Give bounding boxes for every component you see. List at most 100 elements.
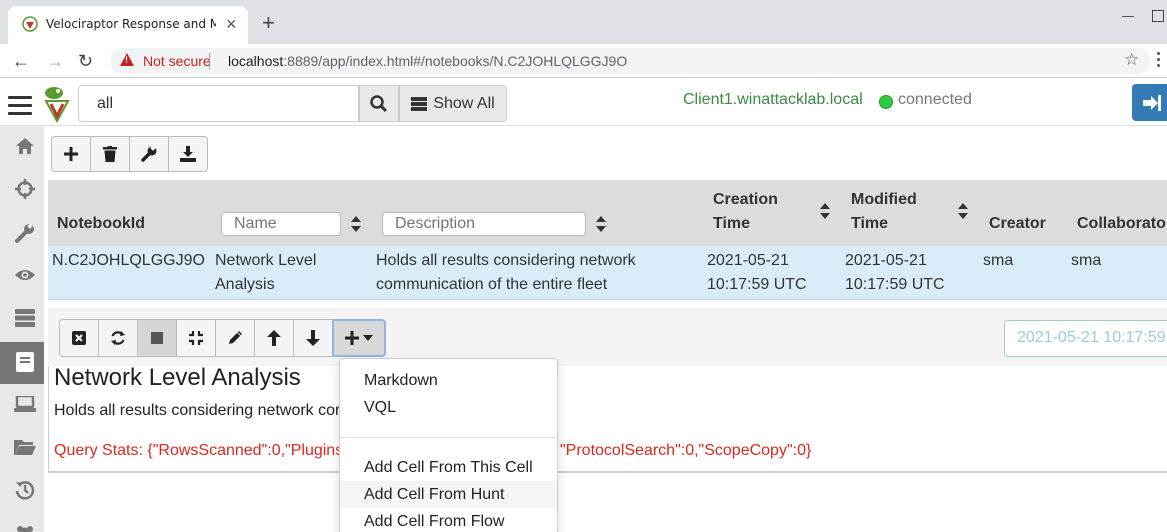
edit-cell-button[interactable] [215, 319, 255, 357]
omnibox-divider [209, 53, 210, 69]
bookmark-star-icon[interactable]: ☆ [1124, 50, 1139, 70]
users-icon[interactable] [14, 520, 36, 532]
sort-modified-icon[interactable] [958, 203, 968, 219]
server-stack-icon[interactable] [14, 307, 36, 329]
column-modified-time[interactable]: Modified Time [851, 188, 917, 236]
notebook-toolbar [51, 136, 208, 172]
name-line-2: Analysis [215, 276, 275, 293]
velociraptor-favicon-icon [22, 16, 38, 32]
sort-creation-icon[interactable] [820, 203, 830, 219]
move-down-button[interactable] [293, 319, 333, 357]
cell-collaborators: sma [1071, 252, 1102, 269]
trash-icon [103, 146, 117, 162]
caret-down-icon [363, 335, 373, 341]
new-tab-icon[interactable]: + [262, 12, 275, 34]
search-icon [370, 94, 388, 112]
tab-title: Velociraptor Response and Monit [46, 17, 216, 31]
arrow-up-icon [267, 330, 281, 346]
not-secure-label[interactable]: Not secure [143, 53, 211, 69]
address-bar-row: ← → ↻ ! Not secure localhost:8889/app/in… [0, 44, 1167, 78]
sign-out-icon [1143, 94, 1161, 111]
stop-icon [151, 332, 163, 344]
export-notebook-button[interactable] [168, 136, 208, 172]
modified-label-2: Time [851, 215, 889, 232]
sort-description-icon[interactable] [596, 216, 606, 232]
browser-menu-icon[interactable] [1157, 52, 1161, 70]
dropdown-item-add-from-flow[interactable]: Add Cell From Flow [340, 508, 557, 532]
connection-status-dot-icon [879, 95, 893, 109]
search-button[interactable] [359, 85, 399, 122]
velociraptor-logo-icon[interactable] [42, 85, 72, 123]
history-icon[interactable] [14, 479, 36, 501]
notebook-icon[interactable] [14, 351, 36, 373]
tab-close-icon[interactable]: × [226, 13, 237, 35]
new-notebook-button[interactable] [51, 136, 91, 172]
forward-arrow-icon[interactable]: → [46, 51, 64, 71]
sort-name-icon[interactable] [351, 216, 361, 232]
client-hostname[interactable]: Client1.winattacklab.local [683, 91, 863, 109]
collapse-button[interactable] [176, 319, 216, 357]
cell-description: Holds all results considering network co… [54, 402, 349, 419]
logout-button[interactable] [1132, 84, 1167, 121]
folder-open-icon[interactable] [14, 436, 36, 458]
column-notebookid[interactable]: NotebookId [57, 212, 145, 236]
description-filter-input[interactable] [382, 212, 586, 236]
crosshairs-icon[interactable] [14, 178, 36, 200]
plus-icon [64, 147, 78, 161]
laptop-icon[interactable] [14, 393, 36, 415]
client-search-input[interactable] [78, 85, 359, 122]
reload-icon[interactable]: ↻ [78, 51, 93, 71]
description-line-2: communication of the entire fleet [376, 276, 608, 293]
cell-name: Network Level Analysis [215, 249, 316, 297]
close-cell-button[interactable] [59, 319, 99, 357]
cell-modified-time: 2021-05-21 10:17:59 UTC [845, 249, 945, 297]
notebooks-table-header: NotebookId Creation Time Modified Time Cre… [48, 180, 1167, 246]
compress-icon [189, 331, 203, 345]
stop-button[interactable] [137, 319, 177, 357]
browser-tab[interactable]: Velociraptor Response and Monit × [8, 6, 248, 44]
back-arrow-icon[interactable]: ← [12, 51, 30, 71]
table-row[interactable]: N.C2JOHLQLGGJ9O Network Level Analysis Ho… [48, 246, 1167, 300]
recalculate-button[interactable] [98, 319, 138, 357]
hamburger-menu-icon[interactable] [8, 96, 32, 116]
cell-bottom-border [48, 472, 1167, 473]
creation-label-2: Time [713, 215, 751, 232]
cell-toolbar [59, 319, 386, 357]
show-all-button[interactable]: Show All [399, 85, 507, 122]
url-text[interactable]: localhost:8889/app/index.html#/notebooks… [228, 53, 627, 69]
dropdown-item-markdown[interactable]: Markdown [340, 367, 557, 394]
delete-notebook-button[interactable] [90, 136, 130, 172]
name-filter-input[interactable] [221, 212, 341, 236]
home-icon[interactable] [14, 135, 36, 157]
column-creation-time[interactable]: Creation Time [713, 188, 778, 236]
column-creator[interactable]: Creator [989, 212, 1046, 236]
url-host: localhost [228, 53, 284, 69]
dropdown-divider [340, 437, 557, 438]
warning-exclamation: ! [125, 55, 128, 65]
dropdown-item-add-from-cell[interactable]: Add Cell From This Cell [340, 454, 557, 481]
server-icon [411, 96, 428, 111]
eye-icon[interactable] [14, 264, 36, 286]
cell-creation-time: 2021-05-21 10:17:59 UTC [707, 249, 807, 297]
cell-creator: sma [983, 252, 1014, 269]
arrow-down-icon [306, 330, 320, 346]
edit-notebook-button[interactable] [129, 136, 169, 172]
name-line-1: Network Level [215, 252, 317, 269]
add-cell-dropdown-button[interactable] [332, 319, 386, 357]
cell-description: Holds all results considering network com… [376, 249, 636, 297]
dropdown-item-add-from-hunt[interactable]: Add Cell From Hunt [340, 481, 557, 508]
connection-status: connected [898, 91, 972, 108]
window-minimize-icon[interactable] [1122, 16, 1134, 17]
cell-timestamp: 2021-05-21 10:17:59 UTC [1004, 320, 1167, 357]
window-maximize-icon[interactable] [1152, 10, 1164, 22]
column-collaborators[interactable]: Collaborators [1077, 212, 1167, 236]
query-stats-left: Query Stats: {"RowsScanned":0,"Plugins [54, 442, 344, 459]
app-header: Show All Client1.winattacklab.local conn… [0, 78, 1167, 126]
move-up-button[interactable] [254, 319, 294, 357]
dropdown-item-vql[interactable]: VQL [340, 394, 557, 421]
close-square-icon [72, 331, 86, 345]
modified-clock: 10:17:59 UTC [845, 276, 945, 293]
pencil-icon [229, 331, 242, 344]
wrench-icon[interactable] [14, 222, 36, 244]
omnibox[interactable]: ! Not secure localhost:8889/app/index.ht… [110, 48, 1150, 74]
